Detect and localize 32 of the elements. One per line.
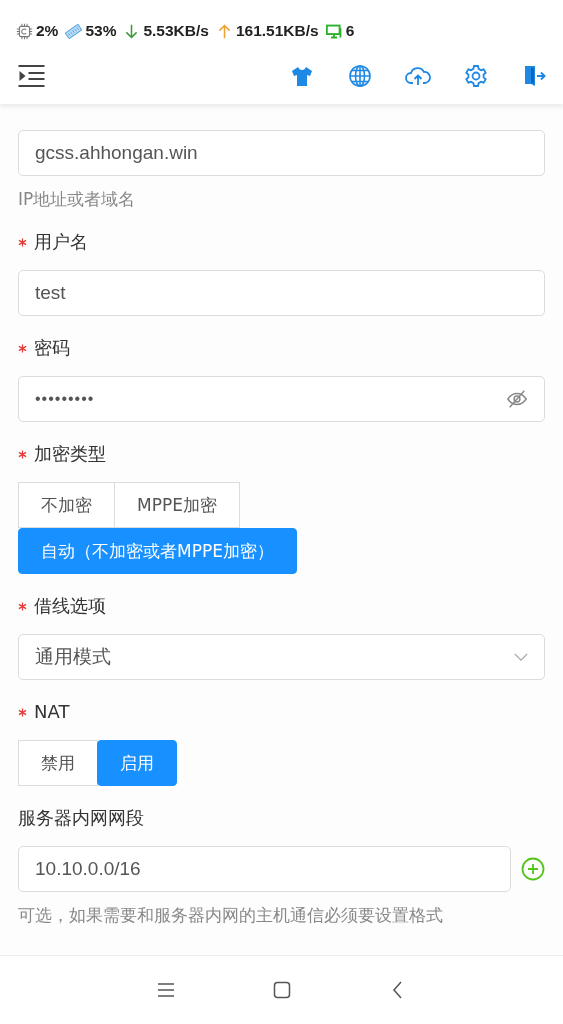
chip-icon <box>16 22 33 40</box>
radio-button[interactable]: MPPE加密 <box>114 482 240 528</box>
add-icon <box>521 857 545 881</box>
client-count: 6 <box>345 22 355 40</box>
globe-icon[interactable] <box>347 64 373 88</box>
settings-icon[interactable] <box>463 64 489 88</box>
field-label: 用户名 <box>34 230 88 254</box>
chevron-down-icon <box>514 652 528 662</box>
help-text: IP地址或者域名 <box>18 188 137 210</box>
field-label: 密码 <box>34 336 70 360</box>
field-label: NAT <box>34 700 70 724</box>
field-label: 借线选项 <box>34 594 106 618</box>
memory-usage: 53% <box>85 22 117 40</box>
password-field[interactable]: ••••••••• <box>18 376 545 422</box>
input-field[interactable]: 10.10.0.0/16 <box>18 846 511 892</box>
dropdown[interactable]: 通用模式 <box>18 634 545 680</box>
cpu-usage: 2% <box>36 22 59 40</box>
input-field[interactable]: test <box>18 270 545 316</box>
home-icon[interactable] <box>272 981 291 999</box>
eye-slash-icon <box>506 388 528 410</box>
download-speed: 5.53KB/s <box>143 22 209 40</box>
monitor-icon <box>325 22 343 40</box>
menu-icon[interactable] <box>18 65 45 87</box>
input-field[interactable]: gcss.ahhongan.win <box>18 130 545 176</box>
radio-button[interactable]: 禁用 <box>18 740 98 786</box>
field-label: 服务器内网网段 <box>18 806 144 830</box>
shirt-icon[interactable] <box>289 64 315 88</box>
field-label: 加密类型 <box>34 442 106 466</box>
radio-button[interactable]: 不加密 <box>18 482 115 528</box>
help-text: 可选，如果需要和服务器内网的主机通信必须要设置格式 <box>18 904 444 926</box>
upload-speed: 161.51KB/s <box>235 22 319 40</box>
cloud-upload-icon[interactable] <box>405 64 431 88</box>
